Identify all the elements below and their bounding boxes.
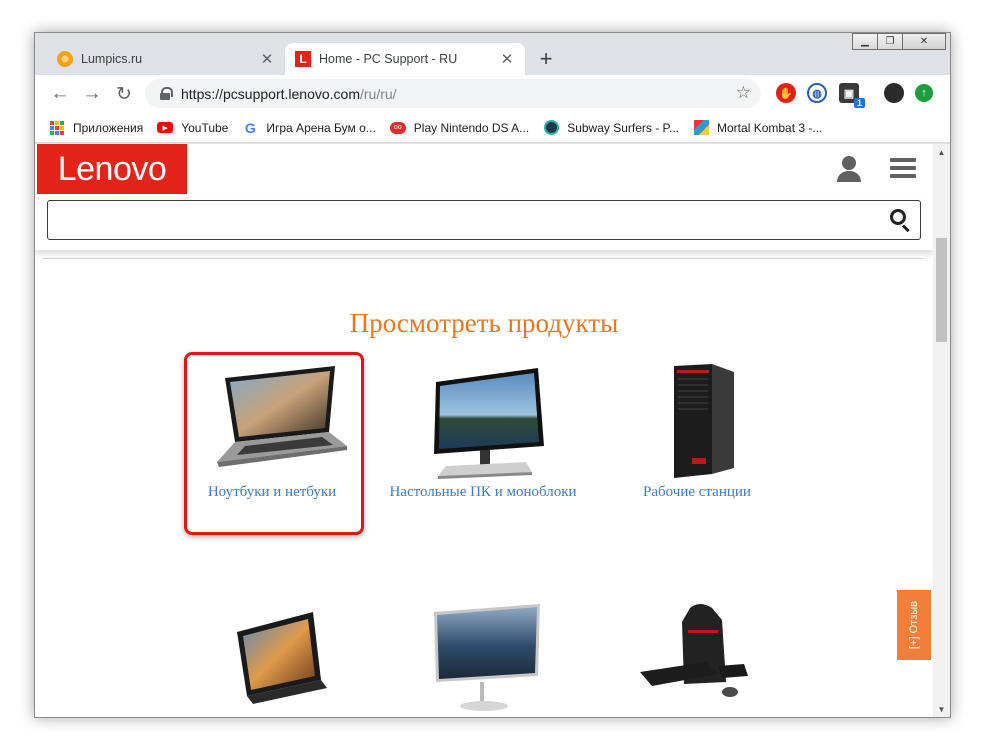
divider [43, 258, 923, 259]
tab-strip: Lumpics.ru ✕ L Home - PC Support - RU ✕ … [35, 33, 950, 75]
product-monitors[interactable] [388, 600, 578, 717]
backpack-accessories-image [622, 600, 772, 717]
restore-button[interactable]: ❐ [877, 33, 903, 50]
address-bar[interactable]: https://pcsupport.lenovo.com/ru/ru/ ☆ [145, 79, 761, 108]
update-arrow-icon[interactable]: ↑ [915, 84, 933, 102]
user-account-icon[interactable] [836, 156, 862, 182]
feedback-tab[interactable]: [+] Отзыв [897, 590, 931, 660]
product-workstations[interactable]: Рабочие станции [602, 362, 792, 505]
google-g-icon: G [244, 119, 256, 136]
bookmark-mortal-kombat[interactable]: Mortal Kombat 3 -... [693, 120, 822, 136]
gamepad-icon: oo [389, 120, 406, 136]
mortal-kombat-icon [693, 120, 709, 136]
bookmark-label: Subway Surfers - P... [567, 120, 680, 135]
subway-surfers-icon [543, 120, 559, 136]
bookmark-nintendo[interactable]: oo Play Nintendo DS A... [389, 120, 530, 136]
lenovo-logo[interactable]: Lenovo [37, 144, 187, 194]
lock-icon [159, 86, 173, 101]
site-header: Lenovo [35, 144, 933, 194]
bookmark-star-icon[interactable]: ☆ [736, 83, 751, 103]
vpn-globe-extension-icon[interactable]: ◍ [807, 83, 827, 103]
window-controls: ▁ ❐ ✕ [852, 33, 946, 50]
product-tablets[interactable] [177, 600, 367, 717]
product-accessories[interactable] [602, 600, 792, 717]
extension-badge: 1 [853, 98, 865, 108]
tab-title: Lumpics.ru [81, 52, 143, 66]
reload-icon[interactable]: ↻ [111, 81, 137, 107]
bookmark-label: Play Nintendo DS A... [413, 120, 530, 135]
close-tab-icon[interactable]: ✕ [259, 51, 275, 67]
search-icon[interactable] [890, 209, 912, 233]
bookmarks-bar: Приложения ▶ YouTube G Игра Арена Бум о.… [35, 113, 950, 143]
back-arrow-icon[interactable]: ← [47, 81, 73, 107]
url-host: https://pcsupport.lenovo.com [181, 85, 360, 102]
bookmark-label: Mortal Kombat 3 -... [717, 120, 823, 135]
new-tab-button[interactable]: + [533, 46, 559, 72]
youtube-icon: ▶ [157, 120, 174, 136]
scroll-down-arrow-icon[interactable]: ▼ [933, 701, 950, 717]
bookmark-label: YouTube [181, 120, 229, 135]
hamburger-menu-icon[interactable] [890, 158, 916, 178]
products-section-title: Просмотреть продукты [349, 308, 619, 338]
close-tab-icon[interactable]: ✕ [499, 51, 515, 67]
profile-avatar[interactable] [884, 83, 904, 103]
search-input[interactable] [47, 200, 921, 240]
highlight-box [184, 352, 364, 535]
window-close-button[interactable]: ✕ [902, 33, 946, 50]
browser-window: Lumpics.ru ✕ L Home - PC Support - RU ✕ … [34, 32, 951, 718]
forward-arrow-icon[interactable]: → [79, 81, 105, 107]
orange-favicon-icon [57, 51, 73, 67]
bookmark-label: Игра Арена Бум о... [266, 120, 376, 135]
scrollbar-thumb[interactable] [936, 238, 947, 342]
scroll-up-arrow-icon[interactable]: ▲ [933, 144, 950, 161]
url-path: /ru/ru/ [360, 85, 397, 102]
search-strip [35, 194, 933, 250]
cube-extension-icon[interactable]: ▣ 1 [839, 83, 865, 108]
apps-grid-icon [49, 120, 65, 136]
minimize-button[interactable]: ▁ [852, 33, 878, 50]
bookmark-label: Приложения [73, 120, 144, 135]
product-label[interactable]: Настольные ПК и моноблоки [388, 480, 578, 505]
bookmark-arena[interactable]: G Игра Арена Бум о... [242, 119, 376, 136]
bookmark-youtube[interactable]: ▶ YouTube [157, 120, 228, 136]
bookmark-subway-surfers[interactable]: Subway Surfers - P... [543, 120, 679, 136]
tab-lenovo-support[interactable]: L Home - PC Support - RU ✕ [285, 43, 525, 75]
product-label[interactable]: Рабочие станции [602, 480, 792, 505]
vertical-scrollbar[interactable]: ▲ ▼ [933, 144, 950, 717]
tab-lumpics[interactable]: Lumpics.ru ✕ [47, 43, 285, 75]
lenovo-favicon-icon: L [295, 51, 311, 67]
workstation-tower-image [622, 362, 772, 480]
page-content: Lenovo Просмотреть продукты Ноутбуки и н… [35, 144, 950, 717]
tab-title: Home - PC Support - RU [319, 52, 458, 66]
tablet-image [197, 600, 347, 717]
feedback-label: [+] Отзыв [908, 601, 921, 649]
bookmark-apps[interactable]: Приложения [49, 120, 143, 136]
product-desktops[interactable]: Настольные ПК и моноблоки [388, 362, 578, 505]
all-in-one-pc-image [408, 362, 558, 480]
monitor-image [408, 600, 558, 717]
adblock-extension-icon[interactable]: ✋ [776, 83, 796, 103]
toolbar: ← → ↻ https://pcsupport.lenovo.com/ru/ru… [35, 75, 950, 113]
